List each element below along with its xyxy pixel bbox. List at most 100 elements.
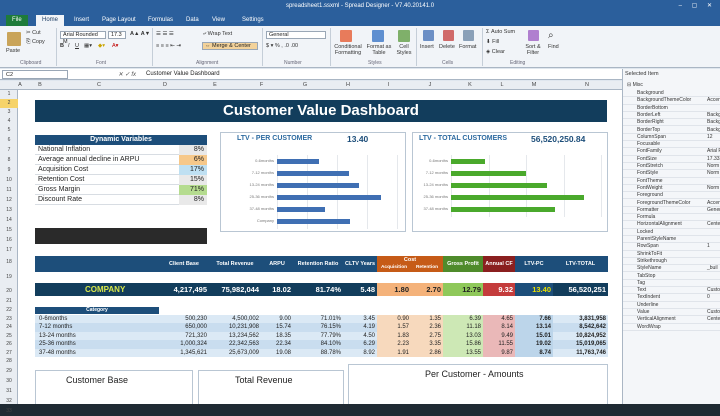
row-header[interactable]: 1 xyxy=(0,90,18,99)
property-value[interactable]: Norm xyxy=(707,163,719,170)
column-header[interactable]: D xyxy=(140,82,190,88)
column-header[interactable]: E xyxy=(190,82,240,88)
property-value[interactable]: Custo xyxy=(707,309,720,316)
cut-button[interactable]: ✂ Cut xyxy=(26,30,41,36)
property-row[interactable]: BorderLeft Backg xyxy=(623,112,720,120)
property-row[interactable]: FontTheme xyxy=(623,178,720,185)
property-row[interactable]: Tag xyxy=(623,280,720,288)
align-left-icon[interactable]: ≡ ≡ ≡ ⇤ ⇥ xyxy=(156,43,181,49)
fill-button[interactable]: ⬇ Fill xyxy=(486,39,499,45)
property-value[interactable]: Norm xyxy=(707,185,719,192)
dynamic-variable-value[interactable]: 8% xyxy=(179,195,207,205)
row-header[interactable]: 26 xyxy=(0,340,18,349)
row-header[interactable]: 14 xyxy=(0,215,18,225)
row-header[interactable]: 16 xyxy=(0,235,18,245)
insert-button[interactable]: Insert xyxy=(420,44,434,50)
property-value[interactable]: 1 xyxy=(707,243,710,250)
row-header[interactable]: 29 xyxy=(0,366,18,376)
column-header[interactable]: H xyxy=(327,82,369,88)
currency-icon[interactable]: $ ▾ % , .0 .00 xyxy=(266,43,298,49)
tab-view[interactable]: View xyxy=(206,15,231,26)
row-header[interactable]: 32 xyxy=(0,396,18,406)
column-header[interactable]: B xyxy=(22,82,58,88)
property-row[interactable]: ShrinkToFit xyxy=(623,251,720,258)
row-header[interactable]: 21 xyxy=(0,297,18,306)
property-row[interactable]: TabStop xyxy=(623,273,720,280)
column-header[interactable]: K xyxy=(452,82,488,88)
borders-icon[interactable]: ▦▾ xyxy=(84,43,92,49)
property-row[interactable]: FontWeight Norm xyxy=(623,185,720,193)
row-header[interactable]: 24 xyxy=(0,323,18,332)
property-value[interactable]: Gener xyxy=(707,207,720,214)
property-value[interactable]: Norm xyxy=(707,170,719,177)
row-header[interactable]: 23 xyxy=(0,315,18,324)
property-value[interactable]: Arial R xyxy=(707,148,720,155)
column-header[interactable]: M xyxy=(516,82,552,88)
row-header[interactable]: 5 xyxy=(0,126,18,135)
dynamic-variable-value[interactable]: 17% xyxy=(179,165,207,175)
property-row[interactable]: Strikethrough xyxy=(623,258,720,266)
column-header[interactable]: N xyxy=(552,82,622,88)
property-value[interactable]: Accen xyxy=(707,97,720,104)
merge-center-button[interactable]: ⇔ Merge & Center xyxy=(202,42,258,50)
grow-font-icon[interactable]: A▲ A▼ xyxy=(130,31,150,37)
property-row[interactable]: BorderTop Backg xyxy=(623,127,720,134)
row-header[interactable]: 4 xyxy=(0,117,18,126)
worksheet[interactable]: Customer Value Dashboard Dynamic Variabl… xyxy=(18,90,622,404)
row-header[interactable]: 22 xyxy=(0,306,18,315)
sort-filter-button[interactable]: Sort & Filter xyxy=(520,44,546,56)
conditional-formatting-button[interactable]: Conditional Formatting xyxy=(332,44,364,56)
property-row[interactable]: ForegroundThemeColor Accen xyxy=(623,200,720,207)
property-row[interactable]: Focusable xyxy=(623,141,720,149)
tab-formulas[interactable]: Formulas xyxy=(142,15,179,26)
column-header[interactable]: L xyxy=(488,82,516,88)
property-row[interactable]: Formatter Gener xyxy=(623,207,720,215)
property-row[interactable]: RowSpan 1 xyxy=(623,243,720,251)
property-row[interactable]: BorderBottom xyxy=(623,105,720,112)
formula-input[interactable]: Customer Value Dashboard xyxy=(146,71,220,77)
property-value[interactable]: Cente xyxy=(707,316,720,323)
dynamic-variable-value[interactable]: 71% xyxy=(179,185,207,195)
property-row[interactable]: Formula xyxy=(623,214,720,222)
property-value[interactable]: Backg xyxy=(707,112,720,119)
row-header[interactable]: 7 xyxy=(0,145,18,155)
tab-insert[interactable]: Insert xyxy=(68,15,95,26)
property-row[interactable]: Underline xyxy=(623,302,720,309)
row-header[interactable]: 12 xyxy=(0,195,18,205)
property-row[interactable]: Locked xyxy=(623,229,720,236)
fill-color-icon[interactable]: ◆▾ xyxy=(98,43,105,49)
row-header[interactable]: 9 xyxy=(0,165,18,175)
name-box[interactable]: C2 xyxy=(2,70,68,79)
row-header[interactable]: 2 xyxy=(0,99,18,108)
row-header[interactable]: 19 xyxy=(0,270,18,285)
property-row[interactable]: Text Custo xyxy=(623,287,720,295)
wrap-text-button[interactable]: ⤶ Wrap Text xyxy=(203,31,232,38)
row-header[interactable]: 27 xyxy=(0,349,18,358)
property-value[interactable]: Cente xyxy=(707,221,720,228)
tab-home[interactable]: Home xyxy=(36,15,65,26)
property-row[interactable]: WordWrap xyxy=(623,324,720,331)
row-header[interactable]: 28 xyxy=(0,357,18,366)
property-value[interactable]: 12 xyxy=(707,134,713,141)
column-header[interactable]: J xyxy=(408,82,452,88)
format-as-table-button[interactable]: Format as Table xyxy=(366,44,392,56)
property-section-misc[interactable]: ⊟ Misc xyxy=(627,82,643,88)
property-value[interactable]: _buil xyxy=(707,265,718,272)
property-row[interactable]: FontSize 17.333 xyxy=(623,156,720,163)
row-header[interactable]: 31 xyxy=(0,386,18,396)
property-value[interactable]: Backg xyxy=(707,127,720,134)
row-header[interactable]: 20 xyxy=(0,285,18,297)
property-row[interactable]: BackgroundThemeColor Accen xyxy=(623,97,720,105)
property-value[interactable]: 0 xyxy=(707,294,710,301)
property-row[interactable]: HorizontalAlignment Cente xyxy=(623,221,720,229)
number-format-select[interactable]: General xyxy=(266,31,326,39)
tab-settings[interactable]: Settings xyxy=(236,15,270,26)
underline-button[interactable]: U xyxy=(75,43,79,49)
align-top-icon[interactable]: ☰ ☰ ☰ xyxy=(156,31,174,37)
row-header[interactable]: 25 xyxy=(0,332,18,341)
property-row[interactable]: FontStretch Norm xyxy=(623,163,720,171)
font-name-select[interactable]: Arial Rounded M xyxy=(60,31,106,45)
property-row[interactable]: FontFamily Arial R xyxy=(623,148,720,156)
format-button[interactable]: Format xyxy=(459,44,476,50)
italic-button[interactable]: I xyxy=(68,43,70,49)
